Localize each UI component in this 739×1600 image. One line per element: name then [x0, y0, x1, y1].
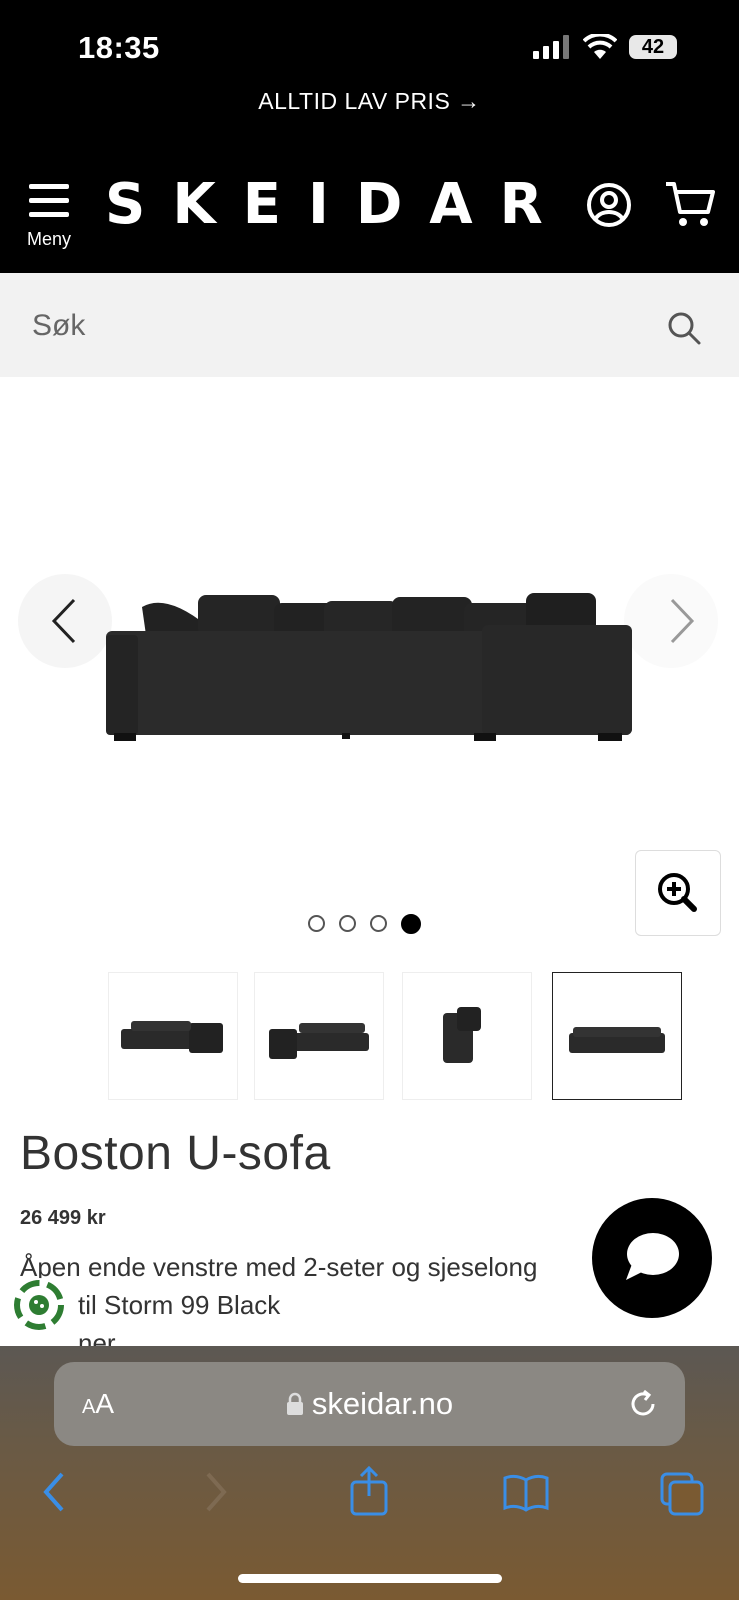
description-line-2: til Storm 99 Black	[78, 1290, 281, 1320]
thumbnail-3[interactable]	[402, 972, 532, 1100]
zoom-button[interactable]	[635, 850, 721, 936]
menu-button[interactable]: Meny	[20, 182, 78, 254]
share-icon[interactable]	[348, 1466, 390, 1516]
top-header: 18:35 42 ALLTID LAV PRIS → Meny SKEIDAR	[0, 0, 739, 273]
chevron-left-icon	[51, 598, 76, 644]
url-text[interactable]: skeidar.no	[54, 1386, 685, 1422]
carousel-prev-button[interactable]	[18, 574, 112, 668]
account-button[interactable]	[586, 182, 632, 228]
home-indicator[interactable]	[238, 1574, 502, 1583]
product-image-sofa	[106, 593, 632, 741]
chat-bubble-icon	[626, 1233, 679, 1280]
browser-forward-icon[interactable]	[200, 1470, 230, 1514]
browser-back-icon[interactable]	[40, 1470, 70, 1514]
battery-icon: 42	[629, 35, 677, 59]
wifi-icon	[583, 34, 617, 59]
status-time: 18:35	[78, 30, 160, 65]
eco-badge[interactable]	[12, 1278, 66, 1332]
reload-icon[interactable]	[627, 1388, 659, 1420]
thumbnail-sofa-image	[569, 1027, 665, 1053]
carousel-next-button[interactable]	[624, 574, 718, 668]
user-icon	[587, 183, 631, 227]
description-line-3: ner	[78, 1328, 116, 1346]
search-bar	[0, 273, 739, 377]
thumbnail-sofa-image	[269, 1023, 369, 1059]
shopping-cart-icon	[666, 182, 715, 226]
product-price: 26 499 kr	[20, 1207, 106, 1229]
bookmarks-icon[interactable]	[502, 1474, 550, 1512]
status-icons: 42	[533, 34, 677, 60]
product-title: Boston U-sofa	[20, 1127, 331, 1180]
chat-button[interactable]	[592, 1198, 712, 1318]
cellular-signal-icon	[533, 35, 569, 59]
hamburger-icon	[29, 184, 69, 217]
carousel-dot-3[interactable]	[370, 915, 387, 932]
thumbnail-sofa-image	[443, 1007, 481, 1063]
address-bar[interactable]: AA skeidar.no	[54, 1362, 685, 1446]
carousel-dot-2[interactable]	[339, 915, 356, 932]
carousel-dot-1[interactable]	[308, 915, 325, 932]
thumbnail-4-selected[interactable]	[552, 972, 682, 1100]
zoom-in-icon	[658, 873, 697, 912]
cart-button[interactable]	[664, 180, 716, 230]
product-description: Åpen ende venstre med 2-seter og sjeselo…	[20, 1248, 580, 1346]
thumbnail-2[interactable]	[254, 972, 384, 1100]
search-input[interactable]	[30, 301, 634, 351]
menu-label: Meny	[26, 229, 71, 249]
tabs-icon[interactable]	[660, 1472, 704, 1516]
search-icon[interactable]	[666, 310, 702, 346]
chevron-right-icon	[670, 598, 695, 644]
thumbnail-1[interactable]	[108, 972, 238, 1100]
promo-banner-link[interactable]: ALLTID LAV PRIS →	[0, 88, 739, 115]
description-line-1: Åpen ende venstre med 2-seter og sjeselo…	[20, 1252, 538, 1282]
lock-icon	[286, 1392, 303, 1415]
recycle-icon	[14, 1280, 64, 1330]
skeidar-logo[interactable]: SKEIDAR	[105, 172, 570, 237]
thumbnail-sofa-image	[121, 1021, 223, 1053]
url-label: skeidar.no	[311, 1386, 454, 1421]
carousel-dot-4-active[interactable]	[401, 914, 421, 934]
carousel-dots	[308, 914, 421, 934]
